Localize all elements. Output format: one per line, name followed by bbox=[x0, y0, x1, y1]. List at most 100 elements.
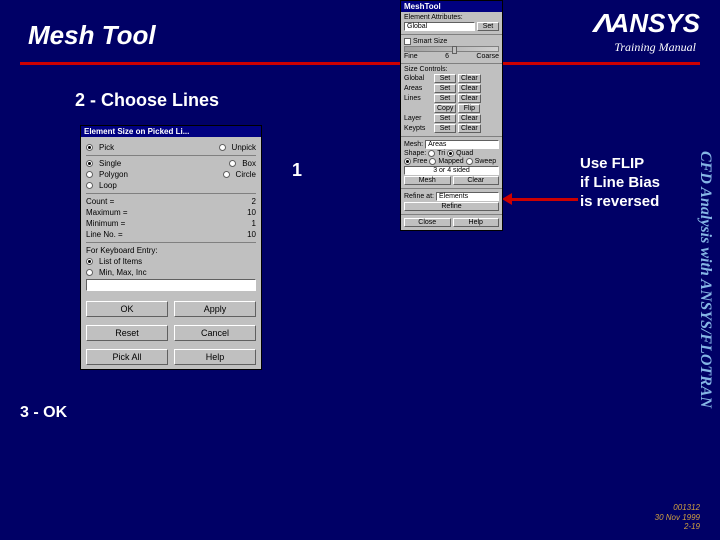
lines-copy-button[interactable]: Copy bbox=[434, 104, 456, 113]
footer-page: 2-19 bbox=[655, 522, 700, 532]
element-attr-label: Element Attributes: bbox=[404, 14, 499, 21]
ansys-logo: ΛANSYS bbox=[595, 8, 700, 39]
reset-button[interactable]: Reset bbox=[86, 325, 168, 341]
mesh-clear-button[interactable]: Clear bbox=[453, 176, 500, 185]
sided-dropdown[interactable]: 3 or 4 sided bbox=[404, 166, 499, 175]
ok-button[interactable]: OK bbox=[86, 301, 168, 317]
keyboard-entry-input[interactable] bbox=[86, 279, 256, 291]
lineno-label: Line No. bbox=[86, 230, 116, 239]
layer-set-button[interactable]: Set bbox=[434, 114, 456, 123]
picker-help-button[interactable]: Help bbox=[174, 349, 256, 365]
shape-label: Shape: bbox=[404, 150, 426, 157]
refine-label: Refine at: bbox=[404, 193, 434, 200]
keyboard-entry-label: For Keyboard Entry: bbox=[86, 246, 158, 255]
lineno-value: 10 bbox=[247, 230, 256, 239]
help-button[interactable]: Help bbox=[453, 218, 500, 227]
quad-label: Quad bbox=[456, 150, 473, 157]
min-label: Minimum bbox=[86, 219, 118, 228]
meshtool-dialog: MeshTool Element Attributes: Global Set … bbox=[400, 0, 503, 231]
arrow-to-flip bbox=[510, 198, 578, 201]
free-label: Free bbox=[413, 158, 427, 165]
coarse-label: Coarse bbox=[476, 53, 499, 60]
list-radio[interactable] bbox=[86, 258, 93, 265]
callout-1: 1 bbox=[292, 160, 302, 181]
layer-clear-button[interactable]: Clear bbox=[458, 114, 481, 123]
min-value: 1 bbox=[252, 219, 256, 228]
layer-row-label: Layer bbox=[404, 115, 432, 122]
lines-row-label: Lines bbox=[404, 95, 432, 102]
smartsize-label: Smart Size bbox=[413, 38, 447, 45]
shape-tri-radio[interactable] bbox=[428, 150, 435, 157]
pickall-button[interactable]: Pick All bbox=[86, 349, 168, 365]
fine-label: Fine bbox=[404, 53, 418, 60]
mesh-dropdown[interactable]: Areas bbox=[425, 140, 499, 149]
side-course-title: CFD Analysis with ANSYS/FLOTRAN bbox=[690, 80, 714, 480]
smartsize-slider[interactable] bbox=[404, 46, 499, 52]
count-value: 2 bbox=[252, 197, 256, 206]
mapped-label: Mapped bbox=[438, 158, 463, 165]
free-radio[interactable] bbox=[404, 158, 411, 165]
single-label: Single bbox=[99, 159, 121, 168]
unpick-radio[interactable] bbox=[219, 144, 226, 151]
flip-note: Use FLIP if Line Bias is reversed bbox=[580, 155, 660, 211]
minmax-radio[interactable] bbox=[86, 269, 93, 276]
areas-set-button[interactable]: Set bbox=[434, 84, 456, 93]
pick-label: Pick bbox=[99, 143, 114, 152]
polygon-radio[interactable] bbox=[86, 171, 93, 178]
element-attr-set-button[interactable]: Set bbox=[477, 22, 499, 31]
mapped-radio[interactable] bbox=[429, 158, 436, 165]
areas-clear-button[interactable]: Clear bbox=[458, 84, 481, 93]
keypts-clear-button[interactable]: Clear bbox=[458, 124, 481, 133]
meshtool-titlebar: MeshTool bbox=[401, 1, 502, 12]
size-controls-label: Size Controls: bbox=[404, 66, 499, 73]
title-underline bbox=[20, 62, 700, 65]
sweep-radio[interactable] bbox=[466, 158, 473, 165]
global-clear-button[interactable]: Clear bbox=[458, 74, 481, 83]
refine-dropdown[interactable]: Elements bbox=[436, 192, 499, 201]
smartsize-checkbox[interactable] bbox=[404, 38, 411, 45]
box-label: Box bbox=[242, 159, 256, 168]
mesh-label: Mesh: bbox=[404, 141, 423, 148]
close-button[interactable]: Close bbox=[404, 218, 451, 227]
polygon-label: Polygon bbox=[99, 170, 128, 179]
keypts-set-button[interactable]: Set bbox=[434, 124, 456, 133]
pick-radio[interactable] bbox=[86, 144, 93, 151]
minmax-label: Min, Max, Inc bbox=[99, 268, 147, 277]
apply-button[interactable]: Apply bbox=[174, 301, 256, 317]
slide: Mesh Tool ΛANSYS Training Manual 2 - Cho… bbox=[0, 0, 720, 540]
max-label: Maximum bbox=[86, 208, 121, 217]
footer-date: 30 Nov 1999 bbox=[655, 513, 700, 523]
loop-label: Loop bbox=[99, 181, 117, 190]
global-set-button[interactable]: Set bbox=[434, 74, 456, 83]
element-size-picker-dialog: Element Size on Picked Li... PickUnpick … bbox=[80, 125, 262, 370]
cancel-button[interactable]: Cancel bbox=[174, 325, 256, 341]
footer-code: 001312 bbox=[655, 503, 700, 513]
areas-row-label: Areas bbox=[404, 85, 432, 92]
refine-button[interactable]: Refine bbox=[404, 202, 499, 211]
callout-3-ok: 3 - OK bbox=[20, 404, 67, 422]
flip-note-line: Use FLIP bbox=[580, 155, 660, 174]
shape-quad-radio[interactable] bbox=[447, 150, 454, 157]
box-radio[interactable] bbox=[229, 160, 236, 167]
page-title: Mesh Tool bbox=[28, 20, 156, 51]
global-row-label: Global bbox=[404, 75, 432, 82]
step-2-label: 2 - Choose Lines bbox=[75, 90, 219, 111]
max-value: 10 bbox=[247, 208, 256, 217]
list-label: List of Items bbox=[99, 257, 142, 266]
mesh-button[interactable]: Mesh bbox=[404, 176, 451, 185]
flip-note-line: if Line Bias bbox=[580, 174, 660, 193]
smartsize-value: 6 bbox=[445, 53, 449, 60]
single-radio[interactable] bbox=[86, 160, 93, 167]
lines-set-button[interactable]: Set bbox=[434, 94, 456, 103]
count-label: Count bbox=[86, 197, 107, 206]
sweep-label: Sweep bbox=[475, 158, 496, 165]
element-attr-dropdown[interactable]: Global bbox=[404, 22, 475, 31]
circle-radio[interactable] bbox=[223, 171, 230, 178]
lines-clear-button[interactable]: Clear bbox=[458, 94, 481, 103]
tri-label: Tri bbox=[437, 150, 445, 157]
unpick-label: Unpick bbox=[232, 143, 256, 152]
loop-radio[interactable] bbox=[86, 182, 93, 189]
training-label: Training Manual bbox=[614, 40, 696, 55]
lines-flip-button[interactable]: Flip bbox=[458, 104, 480, 113]
keypts-row-label: Keypts bbox=[404, 125, 432, 132]
